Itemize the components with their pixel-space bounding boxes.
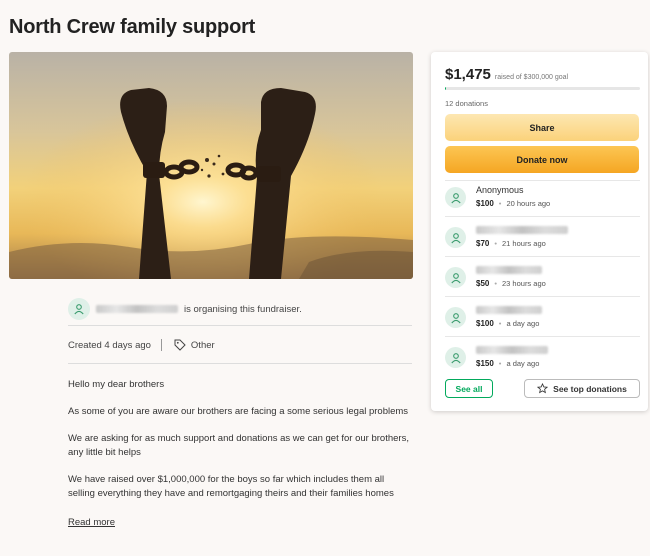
story-paragraph: Hello my dear brothers [68, 379, 165, 390]
donation-amount: $50 [476, 279, 490, 288]
meta-separator [160, 339, 162, 351]
bullet-separator: • [494, 279, 497, 288]
goal-text: raised of $300,000 goal [494, 74, 569, 81]
divider [445, 256, 640, 257]
donor-avatar-icon [445, 347, 466, 368]
tag-icon [174, 339, 186, 351]
bullet-separator: • [494, 239, 497, 248]
bullet-separator: • [498, 359, 502, 368]
donation-time: a day ago [506, 319, 540, 328]
donation-amount: $100 [476, 199, 494, 208]
donor-avatar-icon [445, 267, 466, 288]
created-date: Created 4 days ago [68, 339, 151, 351]
divider [445, 336, 640, 337]
donor-name-redacted [476, 304, 542, 315]
divider [68, 363, 412, 364]
bullet-separator: • [498, 319, 502, 328]
donation-time: 20 hours ago [506, 199, 551, 208]
fundraiser-meta: Created 4 days ago Other [68, 338, 215, 352]
divider [445, 180, 640, 181]
donor-name-redacted [476, 344, 548, 355]
category-link[interactable]: Other [174, 339, 215, 351]
hero-image [9, 52, 413, 279]
amount-value: $1,475 [445, 66, 491, 83]
read-more-link[interactable]: Read more [68, 517, 115, 528]
star-icon [537, 383, 549, 394]
divider [445, 296, 640, 297]
category-label: Other [190, 339, 215, 351]
donation-item: $70 • 21 hours ago [445, 224, 640, 254]
organiser-text: is organising this fundraiser. [184, 303, 302, 315]
donor-avatar-icon [445, 307, 466, 328]
divider [445, 216, 640, 217]
donate-button[interactable]: Donate now [445, 146, 639, 173]
share-button[interactable]: Share [445, 114, 639, 141]
donation-count: 12 donations [445, 99, 488, 108]
donor-name-redacted [476, 264, 546, 275]
donor-avatar-icon [445, 187, 466, 208]
story-paragraph: As some of you are aware our brothers ar… [68, 406, 409, 417]
story-paragraph: We have raised over $1,000,000 for the b… [68, 474, 394, 499]
donation-amount: $70 [476, 239, 490, 248]
donation-amount: $100 [476, 319, 494, 328]
donor-name: Anonymous [476, 184, 524, 195]
donor-avatar-icon [445, 227, 466, 248]
story-text: Hello my dear brothers As some of you ar… [68, 378, 412, 514]
progress-fill [445, 87, 446, 90]
story-paragraph: We are asking for as much support and do… [68, 433, 409, 458]
see-all-button[interactable]: See all [445, 379, 493, 398]
donation-item: $100 • a day ago [445, 304, 640, 334]
page-title: North Crew family support [9, 16, 256, 38]
donation-time: 21 hours ago [502, 239, 546, 248]
organiser-avatar-icon [68, 298, 90, 320]
donation-item: Anonymous $100 • 20 hours ago [445, 184, 640, 214]
donation-item: $50 • 23 hours ago [445, 264, 640, 294]
see-top-donations-button[interactable]: See top donations [524, 379, 640, 398]
see-top-label: See top donations [553, 383, 627, 394]
donation-time: 23 hours ago [502, 279, 546, 288]
progress-bar [445, 87, 640, 90]
donation-amount: $150 [476, 359, 494, 368]
organiser-row: is organising this fundraiser. [68, 292, 412, 326]
donation-item: $150 • a day ago [445, 344, 640, 374]
organiser-name-redacted [96, 305, 178, 313]
amount-raised: $1,475 raised of $300,000 goal [445, 66, 568, 83]
donation-time: a day ago [506, 359, 540, 368]
bullet-separator: • [498, 199, 502, 208]
donation-card: $1,475 raised of $300,000 goal 12 donati… [431, 52, 648, 411]
donor-name-redacted [476, 224, 568, 235]
divider [68, 325, 412, 326]
